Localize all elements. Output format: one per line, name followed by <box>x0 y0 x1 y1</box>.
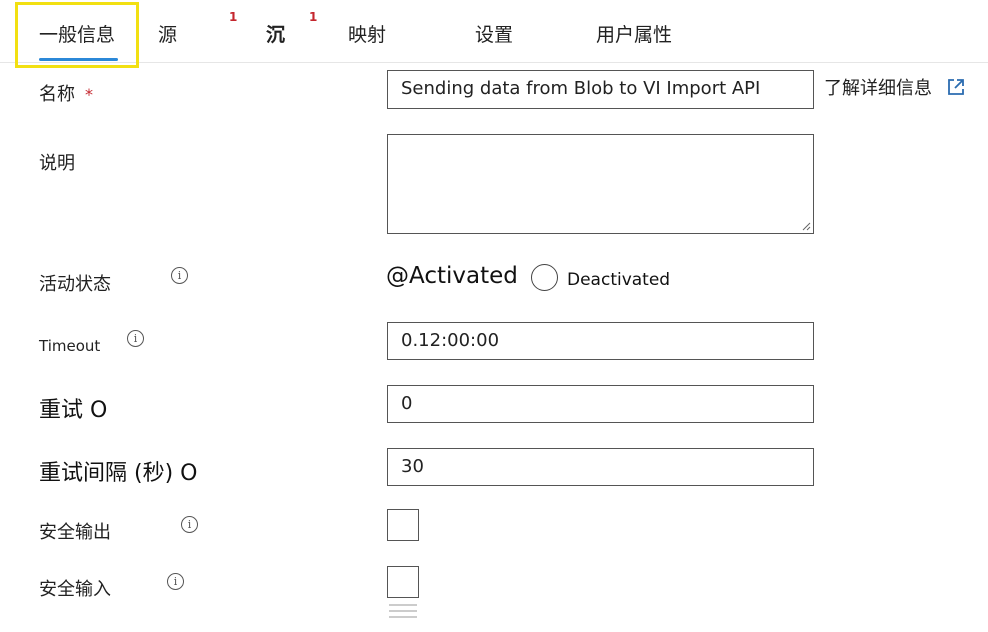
tab-source-error-badge: 1 <box>229 10 238 24</box>
learn-more-text: 了解详细信息 <box>824 78 932 99</box>
deactivated-radio[interactable] <box>531 264 558 291</box>
description-label: 说明 <box>39 153 75 174</box>
activity-state-label: 活动状态 <box>39 274 111 295</box>
tab-sink[interactable]: 沉 <box>266 20 285 47</box>
timeout-input[interactable]: 0.12:00:00 <box>387 322 814 360</box>
timeout-label: Timeout <box>39 337 101 355</box>
deactivated-label: Deactivated <box>567 270 671 290</box>
activity-state-info-icon[interactable]: i <box>171 267 188 284</box>
tab-mapping[interactable]: 映射 <box>348 20 386 47</box>
tab-bar: 一般信息 源 1 沉 1 映射 设置 用户属性 <box>0 0 988 63</box>
retry-label: 重试 O <box>39 398 108 423</box>
tab-highlight-box <box>15 2 139 68</box>
timeout-info-icon[interactable]: i <box>127 330 144 347</box>
tab-user-properties[interactable]: 用户属性 <box>596 20 672 47</box>
secure-output-label: 安全输出 <box>39 522 111 543</box>
learn-more-link[interactable]: 了解详细信息 <box>824 74 932 100</box>
required-marker: * <box>85 85 93 104</box>
secure-output-checkbox[interactable] <box>387 509 419 541</box>
retry-input[interactable]: 0 <box>387 385 814 423</box>
name-label: 名称 * <box>39 84 93 105</box>
scroll-handle-icon <box>389 604 417 618</box>
retry-interval-input[interactable]: 30 <box>387 448 814 486</box>
tab-settings[interactable]: 设置 <box>475 20 513 47</box>
external-link-icon[interactable] <box>946 77 966 97</box>
resize-grip-icon[interactable] <box>801 221 811 231</box>
tab-sink-error-badge: 1 <box>309 10 318 24</box>
description-textarea[interactable] <box>387 134 814 234</box>
secure-input-info-icon[interactable]: i <box>167 573 184 590</box>
retry-interval-label: 重试间隔 (秒) O <box>39 461 198 486</box>
activated-option[interactable]: @Activated <box>386 263 518 289</box>
name-input[interactable]: Sending data from Blob to VI Import API <box>387 70 814 109</box>
secure-input-checkbox[interactable] <box>387 566 419 598</box>
secure-input-label: 安全输入 <box>39 579 111 600</box>
secure-output-info-icon[interactable]: i <box>181 516 198 533</box>
tab-source[interactable]: 源 <box>158 20 177 47</box>
